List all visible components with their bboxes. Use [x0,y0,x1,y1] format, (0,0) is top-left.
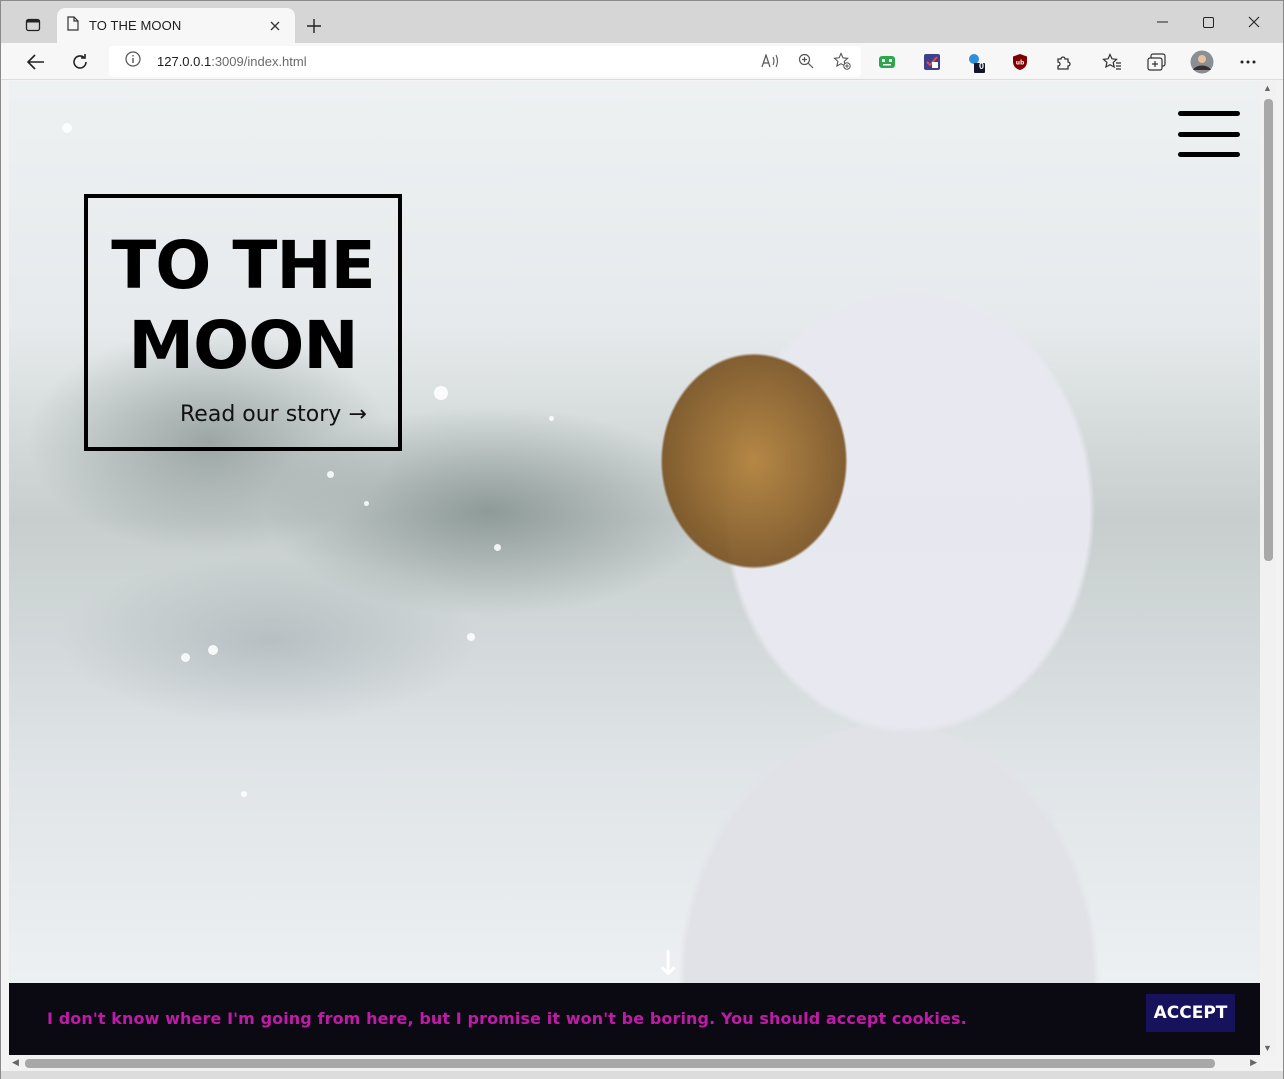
extensions-puzzle-icon[interactable] [1051,49,1077,75]
snowflake [494,544,501,551]
svg-text:ub: ub [1016,60,1025,67]
taskbar-strip [1,1071,1283,1079]
ublock-shield-icon[interactable]: ub [1007,49,1033,75]
read-aloud-icon[interactable] [759,50,781,72]
horizontal-scrollbar[interactable]: ◀ ▶ [9,1055,1260,1071]
menu-bar [1178,131,1240,137]
vertical-scrollbar[interactable]: ▲ ▼ [1260,81,1276,1055]
minimize-icon[interactable] [1139,7,1185,37]
close-window-icon[interactable] [1231,7,1277,37]
title-box: TO THE MOON Read our story → [84,194,402,451]
title-line-2: MOON [128,307,358,384]
snowflake [62,123,72,133]
hamburger-menu-icon[interactable] [1178,111,1240,157]
accept-cookies-button[interactable]: ACCEPT [1146,994,1235,1032]
snowflake [327,471,334,478]
new-tab-button[interactable] [301,13,327,39]
maximize-icon[interactable] [1185,7,1231,37]
scroll-left-icon[interactable]: ◀ [12,1057,19,1068]
scroll-down-icon[interactable]: ▼ [1263,1043,1272,1053]
extension-badge-icon[interactable]: 0 [963,49,989,75]
snowflake [181,653,190,662]
scroll-right-icon[interactable]: ▶ [1250,1057,1257,1068]
back-arrow-icon[interactable] [21,47,51,77]
url-text[interactable]: 127.0.0.1:3009/index.html [157,54,307,69]
add-favorite-icon[interactable] [831,50,853,72]
read-story-link[interactable]: Read our story → [180,402,367,427]
extension-badge-count: 0 [979,61,985,71]
menu-bar [1178,152,1240,157]
browser-window: TO THE MOON 127.0.0.1:3009/index.html 0 … [0,0,1284,1079]
menu-bar [1178,111,1240,116]
page-title: TO THE MOON [88,226,398,386]
tab-strip: TO THE MOON [1,1,1283,43]
snowflake [241,791,247,797]
snowflake [467,633,475,641]
zoom-icon[interactable] [795,50,817,72]
tab-active[interactable]: TO THE MOON [57,8,295,43]
extension-green-icon[interactable] [874,49,900,75]
snowflake [549,416,554,421]
scroll-up-icon[interactable]: ▲ [1263,83,1272,93]
address-bar[interactable]: 127.0.0.1:3009/index.html [109,46,861,77]
refresh-icon[interactable] [65,47,95,77]
snowflake [208,645,218,655]
page-viewport: TO THE MOON Read our story → ↓ I don't k… [9,81,1260,1055]
tab-title: TO THE MOON [89,18,182,33]
url-host: 127.0.0.1 [157,54,212,69]
close-tab-icon[interactable] [265,16,285,36]
tab-actions-icon[interactable] [17,11,49,39]
url-path: :3009/index.html [211,54,307,69]
cookie-banner: I don't know where I'm going from here, … [9,983,1260,1055]
profile-avatar[interactable] [1189,49,1215,75]
snowflake [434,386,448,400]
extension-checklist-icon[interactable] [919,49,945,75]
vertical-scroll-thumb[interactable] [1264,99,1273,561]
collections-icon[interactable] [1144,49,1170,75]
site-info-icon[interactable] [125,51,141,72]
page-file-icon [67,15,79,36]
horizontal-scroll-thumb[interactable] [25,1059,1215,1068]
favorites-icon[interactable] [1099,49,1125,75]
more-options-icon[interactable] [1235,49,1261,75]
browser-toolbar: 127.0.0.1:3009/index.html 0 ub [1,43,1283,80]
scroll-down-arrow-icon[interactable]: ↓ [654,947,683,981]
cookie-message: I don't know where I'm going from here, … [47,1009,967,1028]
title-line-1: TO THE [111,227,375,304]
snowflake [364,501,369,506]
hero-astronaut-image: TO THE MOON Read our story → ↓ [9,81,1260,1055]
